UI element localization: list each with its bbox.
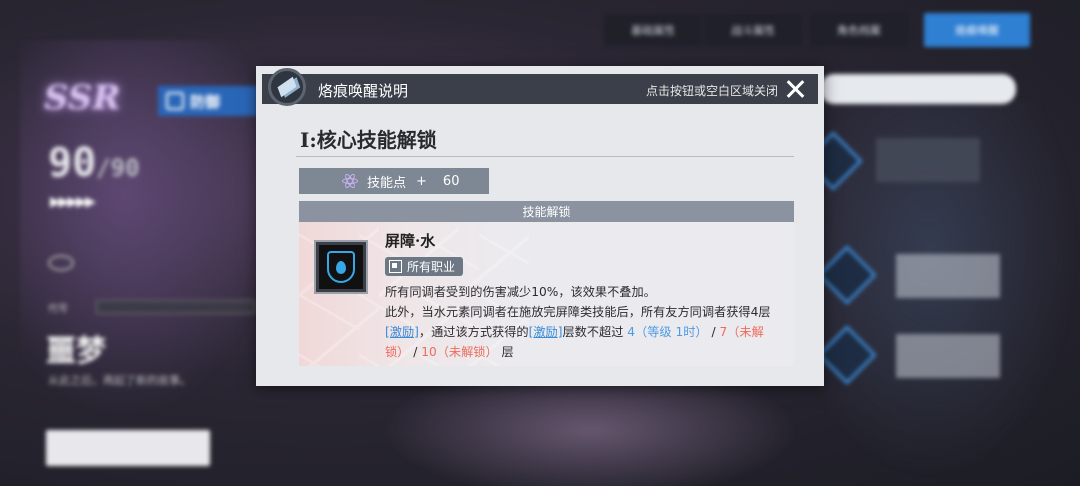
desc-line-2: 此外，当水元素同调者在施放完屏障类技能后，所有友方同调者获得4层 [激励]，通过该… bbox=[385, 302, 777, 362]
imprint-info-dialog: 烙痕唤醒说明 点击按钮或空白区域关闭 I:核心技能解锁 技能点 + 60 技能解… bbox=[256, 66, 824, 386]
skill-card[interactable] bbox=[896, 254, 1000, 298]
search-bar[interactable] bbox=[820, 74, 1016, 104]
character-name: 噩梦 bbox=[46, 334, 106, 369]
story-button[interactable] bbox=[46, 430, 210, 466]
job-tag-label: 所有职业 bbox=[407, 260, 456, 274]
dialog-title: 烙痕唤醒说明 bbox=[318, 82, 409, 100]
codename-box bbox=[96, 300, 256, 314]
skill-name: 屏障·水 bbox=[385, 232, 436, 250]
section-divider bbox=[296, 156, 794, 157]
desc-text: ，通过该方式获得的 bbox=[418, 325, 529, 339]
level-value: 90 bbox=[48, 140, 97, 186]
class-badge: 防御 bbox=[158, 86, 258, 116]
skill-card[interactable] bbox=[896, 334, 1000, 378]
skill-points-label: 技能点 bbox=[367, 175, 407, 191]
job-tag: 所有职业 bbox=[385, 257, 464, 276]
section-title: I:核心技能解锁 bbox=[300, 128, 437, 152]
atom-icon bbox=[341, 172, 359, 190]
level-display: 90/90 bbox=[48, 140, 140, 186]
qr-icon bbox=[389, 260, 402, 273]
class-label: 防御 bbox=[190, 92, 221, 111]
skill-description: 所有同调者受到的伤害减少10%，该效果不叠加。 此外，当水元素同调者在施放完屏障… bbox=[385, 282, 777, 362]
close-hint: 点击按钮或空白区域关闭 bbox=[645, 84, 778, 98]
breakthrough-arrows: ▶▶▶▶▶ bbox=[50, 194, 96, 210]
desc-text: 层 bbox=[497, 345, 514, 359]
skill-card[interactable] bbox=[876, 138, 980, 182]
codename-label: 代号 bbox=[48, 304, 68, 315]
skill-points-plus: + bbox=[416, 173, 427, 189]
tab-base-stats[interactable]: 基础属性 bbox=[604, 14, 702, 46]
rarity-badge: SSR bbox=[44, 78, 121, 118]
skill-unlock-panel: 屏障·水 所有职业 所有同调者受到的伤害减少10%，该效果不叠加。 此外，当水元… bbox=[299, 222, 794, 366]
level-value-unlocked: 4（等级 1时） bbox=[627, 325, 708, 339]
book-logo-icon bbox=[268, 68, 306, 106]
desc-text: 层数不超过 bbox=[562, 325, 628, 339]
shield-class-icon bbox=[166, 92, 184, 110]
keyword-inspire[interactable]: [激励] bbox=[385, 325, 419, 339]
keyword-inspire[interactable]: [激励] bbox=[529, 325, 563, 339]
skill-points-value: 60 bbox=[442, 173, 460, 189]
tab-battle-stats[interactable]: 战斗属性 bbox=[704, 14, 802, 46]
separator: / bbox=[707, 325, 720, 339]
close-icon[interactable] bbox=[784, 78, 806, 100]
eye-icon[interactable] bbox=[48, 255, 74, 271]
desc-text: 此外，当水元素同调者在施放完屏障类技能后，所有友方同调者获得4层 bbox=[385, 305, 771, 319]
skill-points-box: 技能点 + 60 bbox=[299, 168, 489, 194]
level-max: /90 bbox=[96, 154, 140, 182]
panel-header: 技能解锁 bbox=[299, 201, 794, 222]
water-shield-icon bbox=[316, 242, 366, 292]
tab-imprint-awaken[interactable]: 烙痕唤醒 bbox=[924, 13, 1030, 47]
level-value-locked: 10（未解锁） bbox=[421, 345, 498, 359]
separator: / bbox=[409, 345, 422, 359]
desc-line-1: 所有同调者受到的伤害减少10%，该效果不叠加。 bbox=[385, 285, 656, 299]
tab-profile[interactable]: 角色档案 bbox=[810, 14, 908, 46]
character-desc: 从此之后，再起了新的故事。 bbox=[48, 374, 191, 387]
